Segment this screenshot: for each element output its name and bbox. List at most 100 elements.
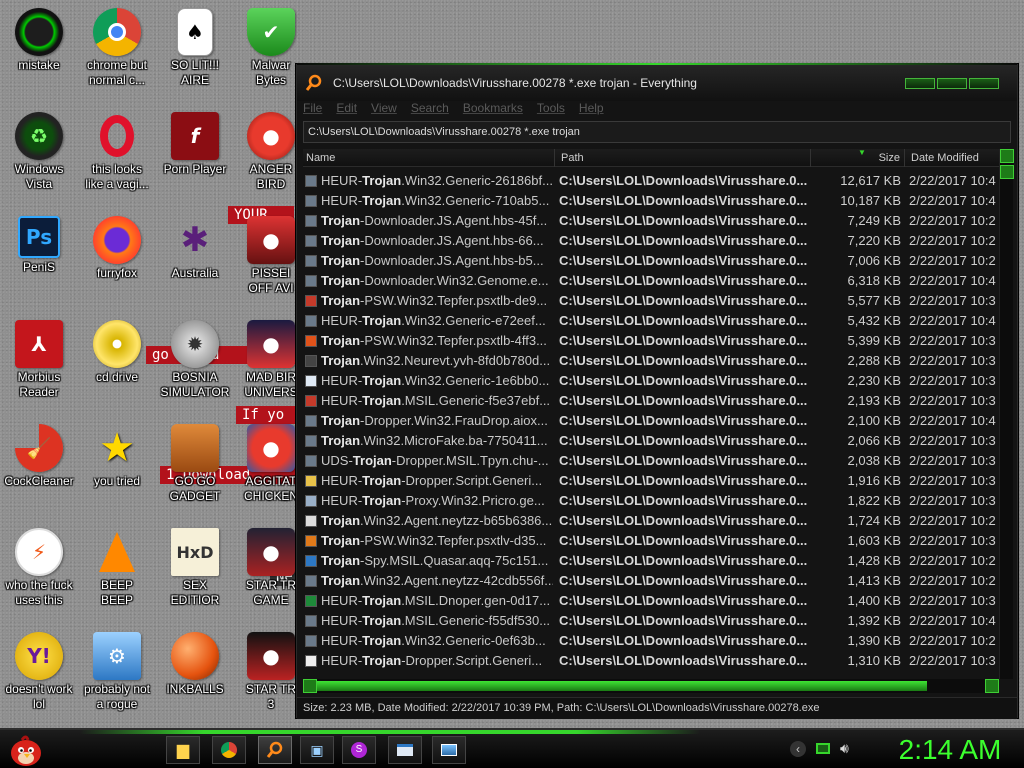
taskbar-purple-app[interactable]: S xyxy=(342,736,376,764)
file-icon xyxy=(305,615,317,627)
scroll-up-arrow-icon[interactable] xyxy=(1000,149,1014,163)
taskbar-clock[interactable]: 2:14 AM xyxy=(880,732,1020,768)
table-row[interactable]: Trojan-Spy.MSIL.Quasar.aqq-75c151... C:\U… xyxy=(303,551,999,571)
table-row[interactable]: Trojan-PSW.Win32.Tepfer.psxtlv-d35... C:\… xyxy=(303,531,999,551)
table-row[interactable]: Trojan.Win32.Neurevt.yvh-8fd0b780d... C:\… xyxy=(303,351,999,371)
table-row[interactable]: Trojan.Win32.Agent.neytzz-42cdb556f... C:… xyxy=(303,571,999,591)
table-row[interactable]: HEUR-Trojan.Win32.Generic-0ef63b... C:\Us… xyxy=(303,631,999,651)
table-row[interactable]: HEUR-Trojan.MSIL.Generic-f5e37ebf... C:\U… xyxy=(303,391,999,411)
desktop-icon-vlc[interactable]: BEEP BEEP xyxy=(78,528,156,608)
table-row[interactable]: HEUR-Trojan-Dropper.Script.Generi... C:\U… xyxy=(303,471,999,491)
table-row[interactable]: Trojan-Downloader.JS.Agent.hbs-b5... C:\U… xyxy=(303,251,999,271)
desktop-icon-inkball[interactable]: INKBALLS xyxy=(156,632,234,697)
file-size: 6,318 KB xyxy=(847,273,902,288)
maximize-button[interactable] xyxy=(937,77,967,89)
file-icon xyxy=(305,335,317,347)
menu-help[interactable]: Help xyxy=(579,101,604,119)
desktop-icon-adobe-reader[interactable]: ⅄ Morbius Reader xyxy=(0,320,78,400)
file-name: HEUR-Trojan.Win32.Generic-1e6bb0... xyxy=(321,371,553,391)
desktop-icon-spider-solitaire[interactable]: ✱ Australia xyxy=(156,216,234,281)
table-row[interactable]: HEUR-Trojan.Win32.Generic-26186bf... C:\U… xyxy=(303,171,999,191)
menu-view[interactable]: View xyxy=(371,101,397,119)
desktop-icon-firefox[interactable]: furryfox xyxy=(78,216,156,281)
table-row[interactable]: HEUR-Trojan.Win32.Generic-e72eef... C:\Us… xyxy=(303,311,999,331)
desktop-icon-windows-vista[interactable]: ♻ Windows Vista xyxy=(0,112,78,192)
vertical-scrollbar[interactable] xyxy=(999,149,1014,679)
tray-expand-icon[interactable]: ‹ xyxy=(790,740,806,757)
scroll-right-arrow-icon[interactable] xyxy=(985,679,999,693)
taskbar-folder[interactable]: ▆ xyxy=(166,736,200,764)
menu-edit[interactable]: Edit xyxy=(336,101,357,119)
minimize-button[interactable] xyxy=(905,77,935,89)
menu-search[interactable]: Search xyxy=(411,101,449,119)
taskbar-image-viewer[interactable] xyxy=(432,736,466,764)
table-row[interactable]: HEUR-Trojan.MSIL.Dnoper.gen-0d17... C:\Us… xyxy=(303,591,999,611)
start-button[interactable] xyxy=(6,732,46,768)
scroll-left-arrow-icon[interactable] xyxy=(303,679,317,693)
desktop-icon-flash-player[interactable]: f Porn Player xyxy=(156,112,234,177)
cd-icon xyxy=(93,320,141,368)
taskbar: ▆ ▣ S ‹ 🔊︎ 2:14 AM xyxy=(0,728,1024,768)
horizontal-scrollbar[interactable] xyxy=(303,679,999,693)
desktop-icon-bosnia-simulator[interactable]: ✹ BOSNIA SIMULATOR xyxy=(156,320,234,400)
taskbar-window[interactable] xyxy=(388,736,422,764)
volume-icon[interactable]: 🔊︎ xyxy=(840,740,849,757)
desktop-icon-cd-drive[interactable]: cd drive xyxy=(78,320,156,385)
menu-tools[interactable]: Tools xyxy=(537,101,565,119)
table-row[interactable]: HEUR-Trojan.MSIL.Generic-f55df530... C:\U… xyxy=(303,611,999,631)
scroll-down-arrow-icon[interactable] xyxy=(1000,165,1014,179)
desktop-icon-yahoo[interactable]: Y! doesn't work lol xyxy=(0,632,78,712)
desktop-icon-who-uses-this[interactable]: ⚡ who the fuck uses this xyxy=(0,528,78,608)
desktop-icon-ccleaner[interactable]: 🧹 CockCleaner xyxy=(0,424,78,489)
desktop-icon-solitaire[interactable]: ♠ SO LIT!!! AIRE xyxy=(156,8,234,88)
taskbar-network[interactable]: ▣ xyxy=(300,736,334,764)
desktop-icon-photoshop[interactable]: Ps PeniS xyxy=(0,216,78,275)
table-row[interactable]: Trojan-Downloader.JS.Agent.hbs-66... C:\U… xyxy=(303,231,999,251)
table-row[interactable]: Trojan-PSW.Win32.Tepfer.psxtlb-de9... C:\… xyxy=(303,291,999,311)
network-status-icon[interactable] xyxy=(816,743,830,754)
column-header-date-modified[interactable]: Date Modified xyxy=(907,149,999,167)
desktop-icon-you-tried[interactable]: ★ you tried xyxy=(78,424,156,489)
menu-bookmarks[interactable]: Bookmarks xyxy=(463,101,523,119)
file-path: C:\Users\LOL\Downloads\Virusshare.0... xyxy=(559,253,808,268)
table-row[interactable]: Trojan-Downloader.Win32.Genome.e... C:\Us… xyxy=(303,271,999,291)
taskbar-everything[interactable] xyxy=(258,736,292,764)
file-path: C:\Users\LOL\Downloads\Virusshare.0... xyxy=(559,193,808,208)
desktop-icon-chrome[interactable]: chrome but normal c... xyxy=(78,8,156,88)
file-name: HEUR-Trojan.Win32.Generic-26186bf... xyxy=(321,171,553,191)
column-header-name[interactable]: Name xyxy=(303,149,555,167)
desktop-icon-gadget[interactable]: GO GO GADGET xyxy=(156,424,234,504)
close-button[interactable] xyxy=(969,77,999,89)
file-size: 1,822 KB xyxy=(847,493,902,508)
table-row[interactable]: Trojan-Dropper.Win32.FrauDrop.aiox... C:\… xyxy=(303,411,999,431)
column-header-path[interactable]: Path xyxy=(557,149,811,167)
table-row[interactable]: Trojan.Win32.Agent.neytzz-b65b6386... C:\… xyxy=(303,511,999,531)
table-row[interactable]: Trojan-PSW.Win32.Tepfer.psxtlb-4ff3... C:… xyxy=(303,331,999,351)
taskbar-chrome[interactable] xyxy=(212,736,246,764)
table-row[interactable]: HEUR-Trojan.Win32.Generic-1e6bb0... C:\Us… xyxy=(303,371,999,391)
file-name-prefix: HEUR- xyxy=(321,613,363,628)
table-row[interactable]: Trojan.Win32.MicroFake.ba-7750411... C:\U… xyxy=(303,431,999,451)
traffic-cone-icon xyxy=(93,528,141,576)
table-row[interactable]: Trojan-Downloader.JS.Agent.hbs-45f... C:\… xyxy=(303,211,999,231)
file-icon xyxy=(305,195,317,207)
desktop-icon-hxd[interactable]: HxD SEX EDITIOR xyxy=(156,528,234,608)
desktop-icon-control-panel[interactable]: ⚙ probably not a rogue xyxy=(78,632,156,712)
table-row[interactable]: HEUR-Trojan-Proxy.Win32.Pricro.ge... C:\U… xyxy=(303,491,999,511)
table-row[interactable]: UDS-Trojan-Dropper.MSIL.Tpyn.chu-... C:\U… xyxy=(303,451,999,471)
table-row[interactable]: HEUR-Trojan-Dropper.Script.Generi... C:\U… xyxy=(303,651,999,671)
search-input[interactable]: C:\Users\LOL\Downloads\Virusshare.00278 … xyxy=(303,121,1011,143)
menu-file[interactable]: File xyxy=(303,101,322,119)
everything-search-window[interactable]: C:\Users\LOL\Downloads\Virusshare.00278 … xyxy=(296,63,1018,719)
desktop-icon-mistake[interactable]: mistake xyxy=(0,8,78,73)
file-name: Trojan.Win32.Agent.neytzz-42cdb556f... xyxy=(321,571,553,591)
file-name-match: Trojan xyxy=(362,613,402,628)
scrollbar-thumb[interactable] xyxy=(317,681,927,691)
desktop-icon-opera[interactable]: this looks like a vagi... xyxy=(78,112,156,192)
file-name-suffix: .Win32.Agent.neytzz-b65b6386... xyxy=(360,513,553,528)
title-bar[interactable]: C:\Users\LOL\Downloads\Virusshare.00278 … xyxy=(297,65,1017,101)
firefox-icon xyxy=(93,216,141,264)
star-icon: ★ xyxy=(99,425,135,471)
file-date-modified: 2/22/2017 10:3 xyxy=(909,493,996,508)
table-row[interactable]: HEUR-Trojan.Win32.Generic-710ab5... C:\Us… xyxy=(303,191,999,211)
